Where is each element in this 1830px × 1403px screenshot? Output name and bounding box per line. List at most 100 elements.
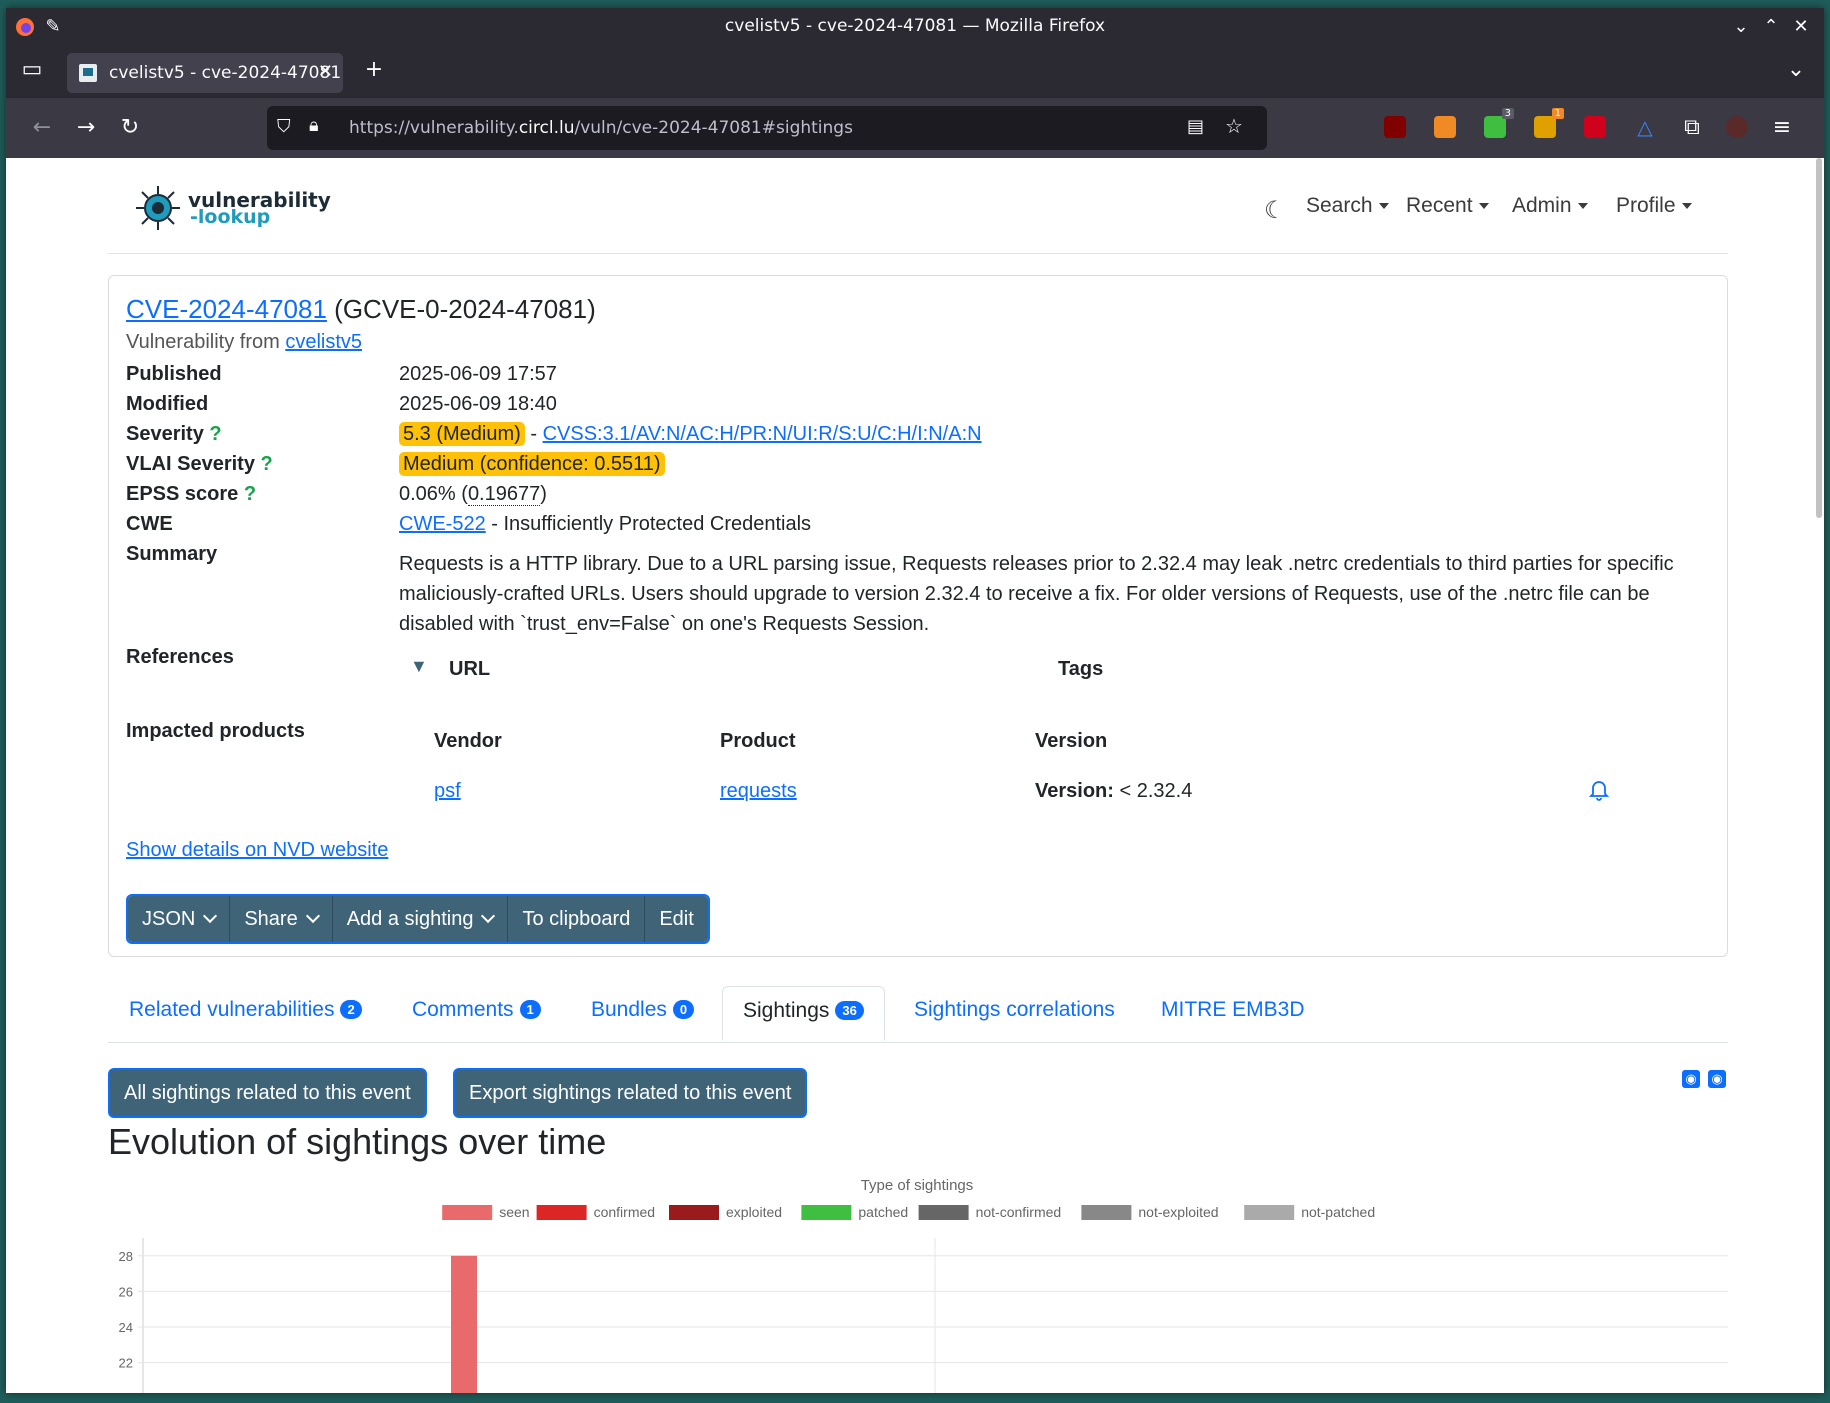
action-button-group: JSON Share Add a sighting To clipboard E… bbox=[126, 894, 710, 944]
chart-title: Type of sightings bbox=[861, 1177, 974, 1194]
extension-green-icon[interactable]: 3 bbox=[1484, 108, 1514, 138]
legend-swatch-seen bbox=[442, 1205, 493, 1220]
tab-sightings[interactable]: Sightings 36 bbox=[722, 986, 885, 1041]
chart-bars bbox=[451, 1255, 477, 1393]
export-sightings-button[interactable]: Export sightings related to this event bbox=[453, 1068, 808, 1118]
legend-label-not-confirmed: not-confirmed bbox=[976, 1204, 1062, 1220]
share-button[interactable]: Share bbox=[230, 896, 333, 942]
json-button[interactable]: JSON bbox=[128, 896, 231, 942]
tab-strip: ▭ cvelistv5 - cve-2024-47081 ✕ + ⌄ bbox=[6, 46, 1824, 98]
lock-icon[interactable]: 🔒︎ bbox=[309, 115, 319, 136]
modified-value: 2025-06-09 18:40 bbox=[399, 393, 557, 415]
browser-tab[interactable]: cvelistv5 - cve-2024-47081 ✕ bbox=[67, 53, 343, 93]
summary-text: Requests is a HTTP library. Due to a URL… bbox=[399, 553, 1674, 635]
menu-search[interactable]: Search bbox=[1306, 194, 1389, 218]
ublock-icon[interactable] bbox=[1384, 116, 1406, 138]
version-header: Version bbox=[1035, 730, 1108, 752]
tab-mitre-emb3d[interactable]: MITRE EMB3D bbox=[1161, 998, 1305, 1022]
close-window-icon[interactable]: ✕ bbox=[1790, 16, 1812, 38]
vendor-header: Vendor bbox=[434, 730, 502, 752]
modified-label: Modified bbox=[126, 393, 209, 415]
tab-comments[interactable]: Comments 1 bbox=[412, 998, 541, 1022]
maximize-icon[interactable]: ⌃ bbox=[1760, 16, 1782, 38]
vlai-help-icon[interactable]: ? bbox=[261, 453, 273, 475]
references-label: References bbox=[126, 646, 234, 668]
rss-feed-icon[interactable]: ◉ bbox=[1682, 1070, 1700, 1088]
favicon-icon bbox=[79, 64, 97, 82]
minimize-icon[interactable]: ⌄ bbox=[1730, 16, 1752, 38]
extension-triangle-icon[interactable]: △ bbox=[1634, 116, 1656, 138]
legend-label-exploited: exploited bbox=[726, 1204, 782, 1220]
forward-icon[interactable]: → bbox=[72, 114, 100, 142]
bell-icon[interactable] bbox=[1588, 779, 1610, 806]
list-tabs-icon[interactable]: ⌄ bbox=[1782, 56, 1810, 84]
nvd-link[interactable]: Show details on NVD website bbox=[126, 839, 388, 861]
extension-orange-icon[interactable] bbox=[1434, 116, 1456, 138]
menu-admin[interactable]: Admin bbox=[1512, 194, 1588, 218]
add-sighting-button[interactable]: Add a sighting bbox=[332, 896, 509, 942]
tab-overview-icon[interactable]: ▭ bbox=[18, 56, 46, 84]
extensions-puzzle-icon[interactable]: ⧉ bbox=[1678, 114, 1706, 142]
vendor-link[interactable]: psf bbox=[434, 780, 461, 802]
cwe-label: CWE bbox=[126, 513, 173, 535]
vlai-value: Medium (confidence: 0.5511) bbox=[399, 452, 665, 476]
tab-related-vulnerabilities[interactable]: Related vulnerabilities 2 bbox=[129, 998, 362, 1022]
product-link[interactable]: requests bbox=[720, 780, 797, 802]
source-link[interactable]: cvelistv5 bbox=[285, 331, 362, 353]
cvss-vector-link[interactable]: CVSS:3.1/AV:N/AC:H/PR:N/UI:R/S:U/C:H/I:N… bbox=[543, 423, 982, 445]
y-tick-label: 22 bbox=[119, 1356, 133, 1371]
legend-swatch-confirmed bbox=[536, 1205, 587, 1220]
published-label: Published bbox=[126, 363, 222, 385]
close-tab-icon[interactable]: ✕ bbox=[318, 61, 333, 82]
cve-id-link[interactable]: CVE-2024-47081 bbox=[126, 294, 327, 324]
extension-red-icon[interactable] bbox=[1584, 116, 1606, 138]
url-text[interactable]: https://vulnerability.circl.lu/vuln/cve-… bbox=[349, 118, 853, 138]
tab-bundles[interactable]: Bundles 0 bbox=[591, 998, 695, 1022]
back-icon[interactable]: ← bbox=[28, 114, 56, 142]
bug-logo-icon bbox=[136, 186, 180, 230]
cve-card: CVE-2024-47081 (GCVE-0-2024-47081) Vulne… bbox=[108, 275, 1728, 957]
summary-label: Summary bbox=[126, 543, 218, 565]
published-value: 2025-06-09 17:57 bbox=[399, 363, 557, 385]
site-logo[interactable]: vulnerability -lookup bbox=[134, 184, 331, 232]
url-bar[interactable]: ⛉ 🔒︎ https://vulnerability.circl.lu/vuln… bbox=[267, 106, 1267, 150]
bookmark-star-icon[interactable]: ☆ bbox=[1225, 114, 1243, 138]
window-title: cvelistv5 - cve-2024-47081 — Mozilla Fir… bbox=[724, 16, 1106, 36]
legend-label-not-patched: not-patched bbox=[1301, 1204, 1375, 1220]
legend-swatch-not-exploited bbox=[1081, 1205, 1132, 1220]
product-header: Product bbox=[720, 730, 796, 752]
shield-icon[interactable]: ⛉ bbox=[277, 116, 291, 137]
menu-recent[interactable]: Recent bbox=[1406, 194, 1489, 218]
chart-legend: seen confirmed exploited patched not-confirm… bbox=[442, 1204, 1375, 1220]
atom-feed-icon[interactable]: ◉ bbox=[1708, 1070, 1726, 1088]
extension-avatar-icon[interactable] bbox=[1726, 116, 1748, 138]
vlai-label: VLAI Severity ? bbox=[126, 453, 273, 475]
severity-badge: 5.3 (Medium) bbox=[399, 422, 525, 446]
to-clipboard-button[interactable]: To clipboard bbox=[508, 896, 646, 942]
cwe-link[interactable]: CWE-522 bbox=[399, 513, 486, 535]
y-tick-label: 26 bbox=[119, 1284, 133, 1299]
tab-sightings-correlations[interactable]: Sightings correlations bbox=[914, 998, 1115, 1022]
epss-label: EPSS score ? bbox=[126, 483, 257, 505]
all-sightings-button[interactable]: All sightings related to this event bbox=[108, 1068, 427, 1118]
epss-value: 0.06% (0.19677) bbox=[399, 483, 547, 506]
references-toggle-icon[interactable]: ▼ bbox=[410, 656, 428, 677]
menu-hamburger-icon[interactable]: ≡ bbox=[1768, 114, 1796, 142]
theme-toggle-icon[interactable]: ☾ bbox=[1264, 196, 1286, 225]
references-url-header: URL bbox=[449, 658, 491, 680]
page-scrollbar[interactable] bbox=[1816, 158, 1822, 518]
table-row: psf bbox=[434, 780, 461, 803]
severity-help-icon[interactable]: ? bbox=[209, 423, 221, 445]
reader-view-icon[interactable]: ▤ bbox=[1187, 116, 1204, 137]
edit-button[interactable]: Edit bbox=[645, 896, 708, 942]
browser-window: ✎ cvelistv5 - cve-2024-47081 — Mozilla F… bbox=[6, 8, 1824, 1393]
epss-help-icon[interactable]: ? bbox=[244, 483, 256, 505]
menu-profile[interactable]: Profile bbox=[1616, 194, 1692, 218]
legend-label-confirmed: confirmed bbox=[594, 1204, 655, 1220]
cve-title: CVE-2024-47081 (GCVE-0-2024-47081) bbox=[126, 294, 596, 325]
new-tab-icon[interactable]: + bbox=[360, 56, 388, 84]
sightings-heading: Evolution of sightings over time bbox=[108, 1121, 607, 1162]
reload-icon[interactable]: ↻ bbox=[116, 114, 144, 142]
extension-notes-icon[interactable]: 1 bbox=[1534, 108, 1564, 138]
detail-tabs: Related vulnerabilities 2 Comments 1 Bundl… bbox=[108, 986, 1728, 1043]
